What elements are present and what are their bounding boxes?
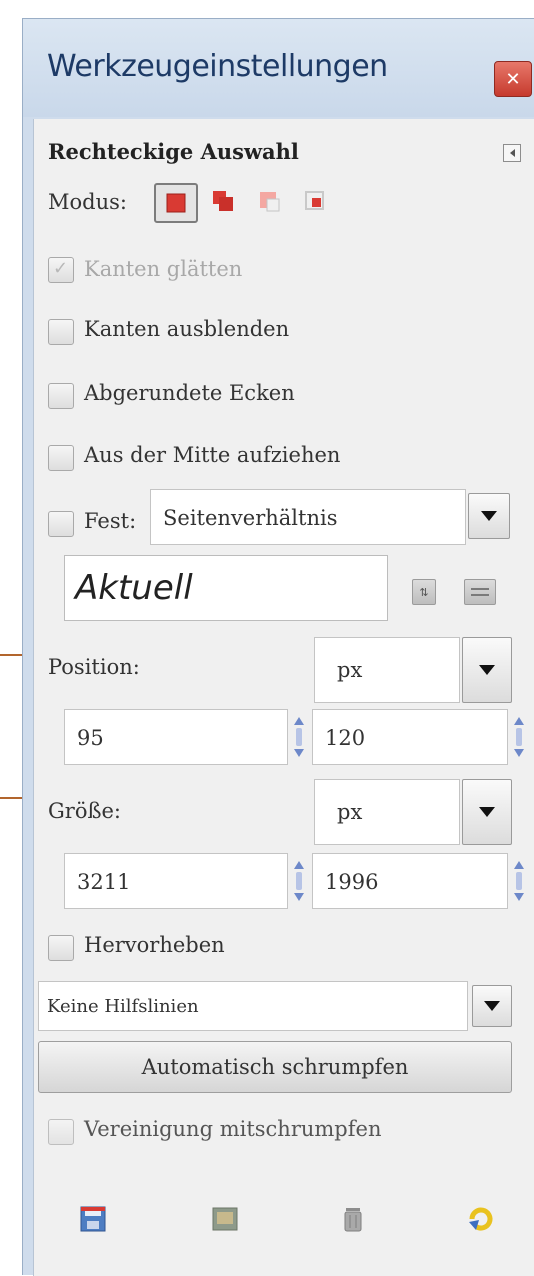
auto-shrink-label: Automatisch schrumpfen xyxy=(141,1055,409,1079)
expand-from-center-label: Aus der Mitte aufziehen xyxy=(84,443,341,467)
size-unit-dropdown-button[interactable] xyxy=(462,779,512,845)
reset-options-icon[interactable] xyxy=(466,1204,496,1234)
fixed-checkbox[interactable] xyxy=(48,511,74,537)
fixed-label: Fest: xyxy=(84,509,137,533)
swap-orientation-button[interactable]: ⇅ xyxy=(412,579,436,605)
expand-from-center-checkbox[interactable] xyxy=(48,445,74,471)
feather-label: Kanten ausblenden xyxy=(84,317,290,341)
position-y-value: 120 xyxy=(325,726,366,750)
size-unit-value: px xyxy=(337,800,363,824)
fixed-mode-value: Seitenverhältnis xyxy=(163,506,338,530)
feather-checkbox[interactable] xyxy=(48,319,74,345)
size-width-value: 3211 xyxy=(77,870,131,894)
rounded-corners-checkbox[interactable] xyxy=(48,383,74,409)
chevron-left-icon xyxy=(509,149,515,157)
position-unit-dropdown-button[interactable] xyxy=(462,637,512,703)
image-ratio-icon xyxy=(471,588,489,596)
mode-replace-button[interactable] xyxy=(154,183,198,223)
panel-menu-button[interactable] xyxy=(503,144,521,162)
antialias-checkbox[interactable] xyxy=(48,257,74,283)
mode-label: Modus: xyxy=(48,190,127,214)
guides-dropdown-button[interactable] xyxy=(472,985,512,1027)
restore-options-icon[interactable] xyxy=(210,1204,240,1234)
tool-name-heading: Rechteckige Auswahl xyxy=(48,139,299,164)
position-y-input[interactable]: 120 xyxy=(312,709,508,765)
fixed-mode-select[interactable]: Seitenverhältnis xyxy=(150,489,466,545)
position-label: Position: xyxy=(48,655,140,679)
close-icon: ✕ xyxy=(505,68,521,90)
shrink-merged-checkbox[interactable] xyxy=(48,1119,74,1145)
size-height-spinner[interactable] xyxy=(512,861,526,901)
tool-options-panel: Rechteckige Auswahl Modus: Kanten glätte… xyxy=(33,119,534,1276)
add-selection-icon[interactable] xyxy=(212,190,234,212)
tool-options-dialog: Werkzeugeinstellungen ✕ Rechteckige Ausw… xyxy=(22,18,534,1276)
chevron-down-icon xyxy=(479,807,495,817)
antialias-label: Kanten glätten xyxy=(84,257,243,281)
position-unit-value: px xyxy=(337,658,363,682)
close-button[interactable]: ✕ xyxy=(494,61,532,97)
highlight-checkbox[interactable] xyxy=(48,935,74,961)
aspect-value-field[interactable]: Aktuell xyxy=(64,555,388,621)
auto-shrink-button[interactable]: Automatisch schrumpfen xyxy=(38,1041,512,1093)
position-y-spinner[interactable] xyxy=(512,717,526,757)
fixed-mode-dropdown-button[interactable] xyxy=(468,493,510,539)
swap-icon: ⇅ xyxy=(419,585,429,599)
dialog-title: Werkzeugeinstellungen xyxy=(47,49,388,84)
guides-select[interactable]: Keine Hilfslinien xyxy=(38,981,468,1031)
aspect-value-text: Aktuell xyxy=(75,568,193,608)
save-options-icon[interactable] xyxy=(78,1204,108,1234)
replace-selection-icon xyxy=(166,193,186,213)
delete-options-icon[interactable] xyxy=(338,1204,368,1234)
subtract-selection-icon[interactable] xyxy=(258,190,280,212)
chevron-down-icon xyxy=(484,1001,500,1011)
chevron-down-icon xyxy=(479,665,495,675)
intersect-selection-icon[interactable] xyxy=(304,190,326,212)
position-x-spinner[interactable] xyxy=(292,717,306,757)
rounded-corners-label: Abgerundete Ecken xyxy=(84,381,295,405)
position-unit-select[interactable]: px xyxy=(314,637,460,703)
position-x-input[interactable]: 95 xyxy=(64,709,288,765)
size-width-input[interactable]: 3211 xyxy=(64,853,288,909)
size-width-spinner[interactable] xyxy=(292,861,306,901)
size-height-input[interactable]: 1996 xyxy=(312,853,508,909)
position-x-value: 95 xyxy=(77,726,104,750)
size-height-value: 1996 xyxy=(325,870,379,894)
title-bar[interactable]: Werkzeugeinstellungen ✕ xyxy=(23,19,534,117)
aspect-from-image-button[interactable] xyxy=(464,579,496,605)
guides-value: Keine Hilfslinien xyxy=(47,996,199,1017)
size-unit-select[interactable]: px xyxy=(314,779,460,845)
chevron-down-icon xyxy=(481,511,497,521)
shrink-merged-label: Vereinigung mitschrumpfen xyxy=(84,1117,382,1141)
highlight-label: Hervorheben xyxy=(84,933,225,957)
size-label: Größe: xyxy=(48,799,121,823)
